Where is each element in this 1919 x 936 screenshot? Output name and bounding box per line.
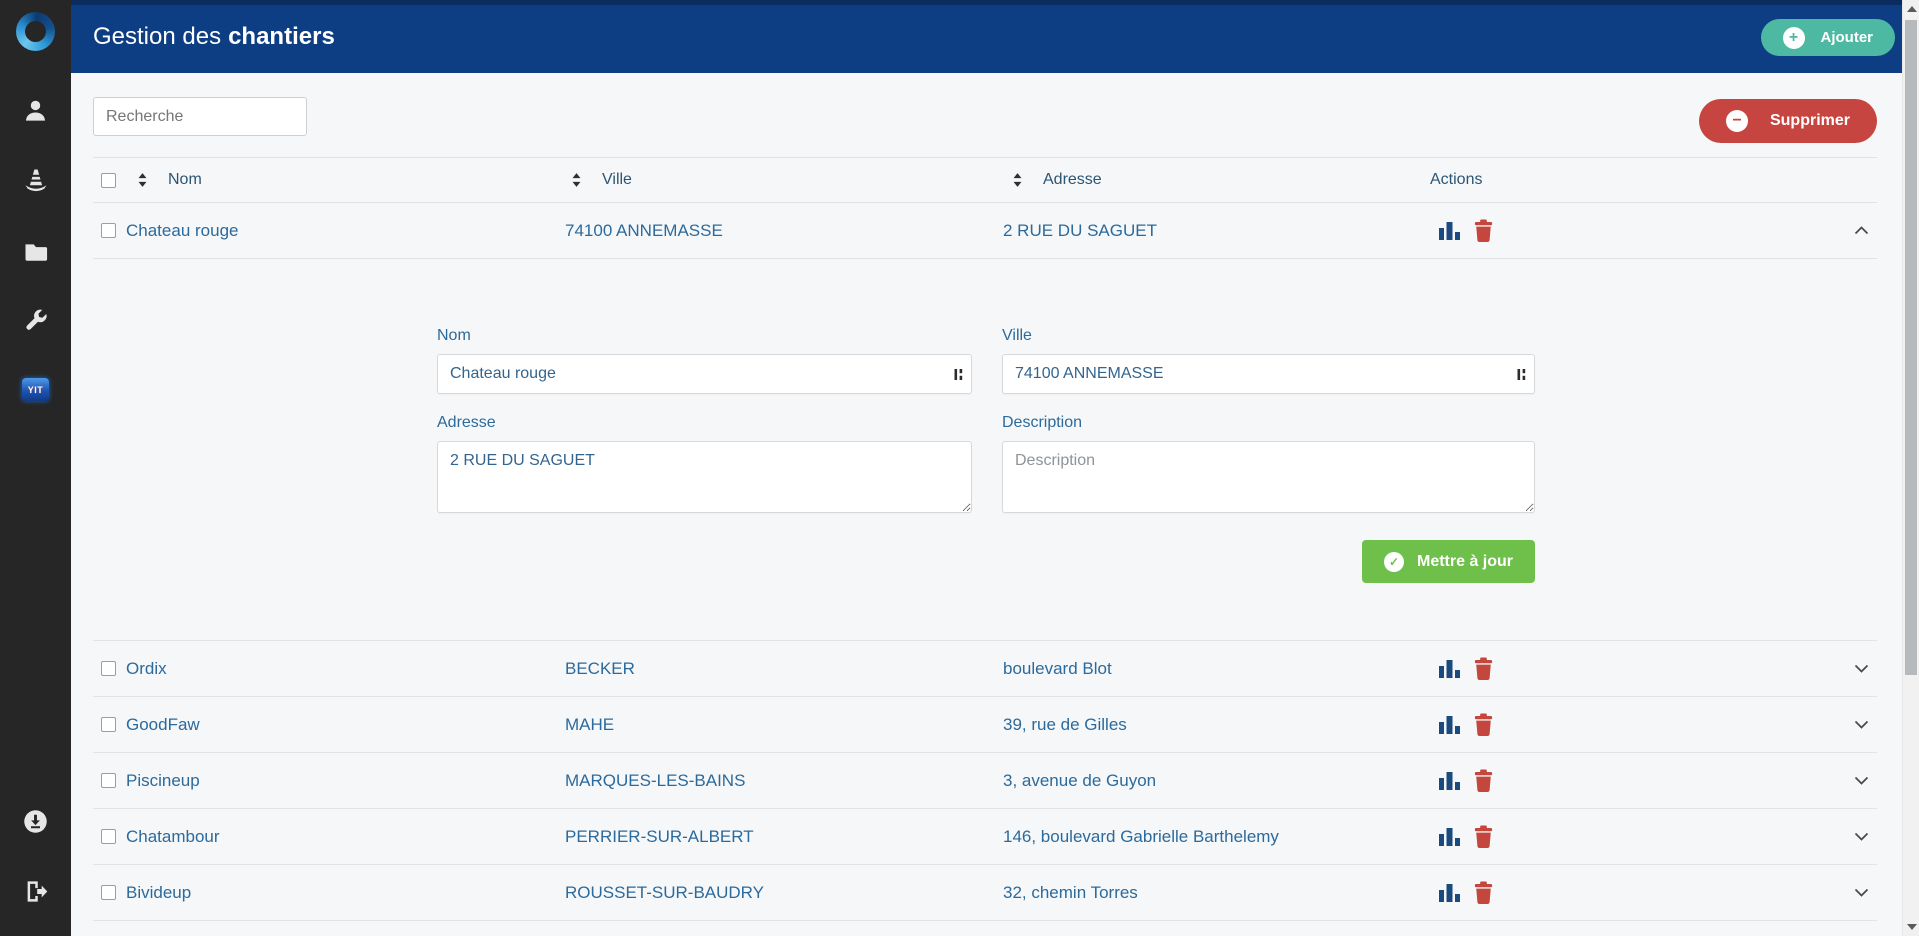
table-row[interactable]: Chateau rouge 74100 ANNEMASSE 2 RUE DU S… — [93, 203, 1877, 259]
column-header-adresse: Adresse — [1043, 171, 1102, 188]
trash-icon[interactable] — [1473, 713, 1494, 737]
trash-icon[interactable] — [1473, 219, 1494, 243]
table-row[interactable]: GoodFaw MAHE 39, rue de Gilles — [93, 697, 1877, 753]
sort-icon-ville[interactable] — [571, 173, 582, 187]
update-button[interactable]: ✓ Mettre à jour — [1361, 540, 1535, 583]
chantiers-table: Nom Ville Adresse Actions Chateau rouge … — [93, 157, 1877, 921]
adresse-label: Adresse — [437, 414, 496, 431]
table-row[interactable]: Piscineup MARQUES-LES-BAINS 3, avenue de… — [93, 753, 1877, 809]
chantier-edit-form: Nom Ville — [437, 327, 1535, 583]
row-checkbox[interactable] — [101, 773, 116, 788]
yit-app-icon: YIT — [22, 378, 49, 401]
trash-icon[interactable] — [1473, 881, 1494, 905]
app-logo[interactable] — [16, 12, 55, 51]
sidebar-item-outils[interactable] — [0, 307, 71, 334]
datalist-indicator-icon[interactable] — [954, 368, 963, 386]
plus-circle-icon: + — [1782, 26, 1805, 49]
ville-field[interactable] — [1002, 354, 1535, 394]
row-checkbox[interactable] — [101, 829, 116, 844]
trash-icon[interactable] — [1473, 825, 1494, 849]
chevron-down-icon[interactable] — [1854, 832, 1869, 841]
sort-icon-adresse[interactable] — [1012, 173, 1023, 187]
stats-bar-chart-icon[interactable] — [1438, 883, 1463, 903]
stats-bar-chart-icon[interactable] — [1438, 771, 1463, 791]
sidebar-item-users[interactable] — [0, 97, 71, 124]
page-scrollbar[interactable] — [1902, 0, 1919, 936]
adresse-field[interactable]: 2 RUE DU SAGUET — [437, 441, 972, 513]
sidebar-item-yit[interactable]: YIT — [0, 378, 71, 401]
table-row[interactable]: Chatambour PERRIER-SUR-ALBERT 146, boule… — [93, 809, 1877, 865]
sidebar-item-logout[interactable] — [0, 878, 71, 905]
ville-label: Ville — [1002, 327, 1032, 344]
column-header-actions: Actions — [1430, 171, 1483, 188]
nom-field[interactable] — [437, 354, 972, 394]
sidebar-item-dossiers[interactable] — [0, 238, 71, 266]
row-edit-panel: Nom Ville — [93, 259, 1877, 641]
chevron-down-icon[interactable] — [1854, 888, 1869, 897]
sidebar: YIT — [0, 0, 71, 936]
chevron-down-icon[interactable] — [1854, 720, 1869, 729]
trash-icon[interactable] — [1473, 769, 1494, 793]
trash-icon[interactable] — [1473, 657, 1494, 681]
sort-icon-nom[interactable] — [137, 173, 148, 187]
scroll-down-arrow-icon[interactable] — [1907, 924, 1917, 930]
sign-out-icon — [22, 878, 49, 905]
sidebar-item-chantiers[interactable] — [0, 166, 71, 194]
nom-label: Nom — [437, 327, 471, 344]
chevron-down-icon[interactable] — [1854, 776, 1869, 785]
wrench-icon — [22, 307, 49, 334]
row-checkbox[interactable] — [101, 661, 116, 676]
page-title: Gestion des chantiers — [93, 22, 335, 50]
row-checkbox[interactable] — [101, 717, 116, 732]
scrollbar-thumb[interactable] — [1905, 20, 1917, 675]
folder-icon — [22, 238, 50, 266]
sidebar-item-download[interactable] — [0, 808, 71, 835]
user-icon — [22, 97, 49, 124]
description-field[interactable] — [1002, 441, 1535, 513]
chevron-down-icon[interactable] — [1854, 664, 1869, 673]
download-icon — [22, 808, 49, 835]
column-header-nom: Nom — [168, 171, 202, 188]
column-header-ville: Ville — [602, 171, 632, 188]
row-checkbox[interactable] — [101, 885, 116, 900]
add-button[interactable]: + Ajouter — [1760, 19, 1895, 56]
traffic-cone-icon — [22, 166, 50, 194]
delete-button[interactable]: − Supprimer — [1698, 99, 1877, 143]
table-row[interactable]: Ordix BECKER boulevard Blot — [93, 641, 1877, 697]
select-all-checkbox[interactable] — [101, 172, 116, 188]
row-checkbox[interactable] — [101, 223, 116, 238]
chevron-up-icon[interactable] — [1854, 226, 1869, 235]
stats-bar-chart-icon[interactable] — [1438, 659, 1463, 679]
scroll-up-arrow-icon[interactable] — [1907, 6, 1917, 12]
search-input[interactable] — [93, 97, 307, 136]
table-header-row: Nom Ville Adresse Actions — [93, 157, 1877, 203]
topbar: Gestion des chantiers — [71, 0, 1902, 73]
stats-bar-chart-icon[interactable] — [1438, 715, 1463, 735]
datalist-indicator-icon[interactable] — [1517, 368, 1526, 386]
stats-bar-chart-icon[interactable] — [1438, 827, 1463, 847]
stats-bar-chart-icon[interactable] — [1438, 221, 1463, 241]
minus-circle-icon: − — [1725, 110, 1748, 132]
table-row[interactable]: Bivideup ROUSSET-SUR-BAUDRY 32, chemin T… — [93, 865, 1877, 921]
description-label: Description — [1002, 414, 1083, 431]
main-content: − Supprimer Nom Ville Adr — [71, 73, 1902, 936]
check-circle-icon: ✓ — [1383, 551, 1404, 572]
